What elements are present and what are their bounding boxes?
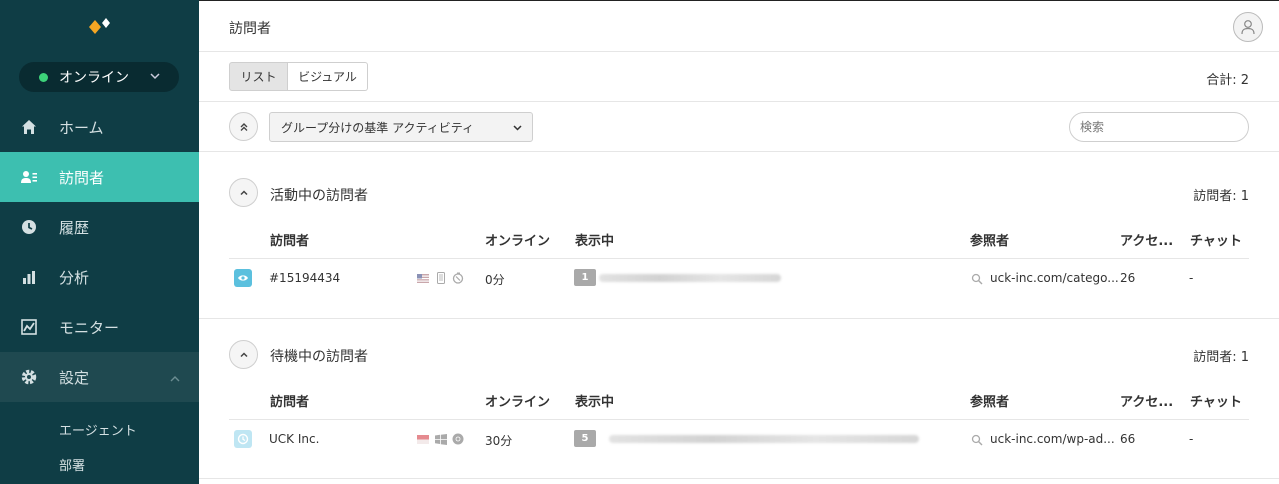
clock-icon bbox=[20, 218, 38, 236]
referrer-link[interactable]: uck-inc.com/catego... bbox=[990, 271, 1119, 285]
sidebar-item-visitors[interactable]: 訪問者 bbox=[0, 152, 199, 202]
filter-bar: グループ分けの基準 アクティビティ bbox=[199, 102, 1279, 152]
browser-icon bbox=[452, 272, 464, 284]
chevron-up-icon bbox=[169, 371, 181, 383]
online-status-label: オンライン bbox=[59, 70, 129, 86]
column-header-viewing[interactable]: 表示中 bbox=[575, 230, 614, 249]
visitor-name[interactable]: UCK Inc. bbox=[269, 432, 319, 446]
main-content: 訪問者 リスト ビジュアル 合計: 2 グループ分けの基準 アクティビティ 活動… bbox=[199, 0, 1279, 484]
visitors-icon bbox=[20, 168, 38, 186]
mobile-device-icon bbox=[435, 272, 447, 284]
page-count-badge: 1 bbox=[574, 269, 596, 286]
header-bar: 訪問者 bbox=[199, 0, 1279, 52]
column-header-chat[interactable]: チャット bbox=[1190, 391, 1242, 410]
sidebar-item-label: 履歴 bbox=[59, 218, 90, 237]
viewing-page-title-redacted bbox=[609, 435, 919, 443]
bar-chart-icon bbox=[20, 268, 38, 286]
column-header-access[interactable]: アクセ... bbox=[1120, 230, 1173, 249]
windows-icon bbox=[435, 433, 447, 445]
column-header-visitor[interactable]: 訪問者 bbox=[270, 391, 309, 410]
viewing-page-title-redacted bbox=[599, 274, 781, 282]
row-divider bbox=[229, 419, 1249, 420]
visitor-name[interactable]: #15194434 bbox=[269, 271, 340, 285]
access-count: 66 bbox=[1120, 432, 1136, 446]
chevron-down-icon bbox=[512, 122, 523, 133]
sidebar: オンライン ホーム 訪問者 履歴 分析 モニター 設定 エージェント 部署 bbox=[0, 0, 199, 484]
sidebar-item-label: 設定 bbox=[59, 368, 90, 387]
home-icon bbox=[20, 118, 38, 136]
user-avatar[interactable] bbox=[1233, 12, 1263, 42]
sg-flag-icon bbox=[417, 433, 429, 445]
column-header-access[interactable]: アクセ... bbox=[1120, 391, 1173, 410]
sidebar-item-analytics[interactable]: 分析 bbox=[0, 252, 199, 302]
chat-status: - bbox=[1189, 432, 1194, 446]
view-toggle: リスト ビジュアル bbox=[229, 62, 368, 91]
online-duration: 30分 bbox=[485, 434, 513, 448]
column-header-referrer[interactable]: 参照者 bbox=[970, 230, 1009, 249]
online-status-dropdown[interactable]: オンライン bbox=[19, 62, 179, 92]
section-title: 待機中の訪問者 bbox=[270, 349, 368, 365]
tab-visual[interactable]: ビジュアル bbox=[288, 62, 368, 91]
chrome-icon bbox=[452, 433, 464, 445]
section-divider bbox=[199, 478, 1279, 479]
gear-icon bbox=[20, 368, 38, 386]
section-waiting-visitors: 待機中の訪問者 訪問者: 1 訪問者 オンライン 表示中 参照者 アクセ... … bbox=[199, 318, 1279, 484]
sidebar-item-label: 分析 bbox=[59, 268, 90, 287]
access-count: 26 bbox=[1120, 271, 1136, 285]
section-title: 活動中の訪問者 bbox=[270, 188, 368, 204]
us-flag-icon bbox=[417, 272, 429, 284]
sidebar-item-history[interactable]: 履歴 bbox=[0, 202, 199, 252]
chat-status: - bbox=[1189, 271, 1194, 285]
sidebar-item-label: 訪問者 bbox=[59, 168, 105, 187]
row-divider bbox=[229, 258, 1249, 259]
section-count: 訪問者: 1 bbox=[1193, 189, 1249, 204]
column-header-referrer[interactable]: 参照者 bbox=[970, 391, 1009, 410]
eye-icon bbox=[234, 269, 252, 287]
column-header-online[interactable]: オンライン bbox=[485, 230, 550, 249]
double-chevron-up-icon bbox=[240, 122, 247, 131]
online-status-dot bbox=[39, 72, 48, 82]
monitor-chart-icon bbox=[20, 318, 38, 336]
search-icon bbox=[971, 273, 983, 285]
sidebar-item-settings[interactable]: 設定 bbox=[0, 352, 199, 402]
referrer-link[interactable]: uck-inc.com/wp-ad... bbox=[990, 432, 1115, 446]
total-count: 合計: 2 bbox=[1206, 73, 1249, 88]
column-header-viewing[interactable]: 表示中 bbox=[575, 391, 614, 410]
sidebar-item-label: ホーム bbox=[59, 118, 104, 137]
section-collapse-button[interactable] bbox=[229, 178, 258, 207]
section-collapse-button[interactable] bbox=[229, 340, 258, 369]
view-toolbar: リスト ビジュアル 合計: 2 bbox=[199, 52, 1279, 102]
idle-clock-icon bbox=[234, 430, 252, 448]
sidebar-subitem-agents[interactable]: エージェント bbox=[59, 420, 137, 439]
sidebar-item-home[interactable]: ホーム bbox=[0, 102, 199, 152]
page-title: 訪問者 bbox=[229, 21, 271, 37]
user-icon bbox=[1241, 20, 1255, 35]
app-logo[interactable] bbox=[86, 15, 114, 39]
chevron-up-icon bbox=[239, 189, 248, 195]
chevron-down-icon bbox=[149, 70, 161, 82]
search-input[interactable] bbox=[1069, 112, 1249, 142]
online-duration: 0分 bbox=[485, 273, 505, 287]
column-header-chat[interactable]: チャット bbox=[1190, 230, 1242, 249]
group-by-value: グループ分けの基準 アクティビティ bbox=[281, 120, 475, 135]
column-header-online[interactable]: オンライン bbox=[485, 391, 550, 410]
sidebar-item-monitor[interactable]: モニター bbox=[0, 302, 199, 352]
collapse-all-button[interactable] bbox=[229, 112, 258, 141]
page-count-badge: 5 bbox=[574, 430, 596, 447]
sidebar-subitem-departments[interactable]: 部署 bbox=[59, 455, 85, 474]
section-active-visitors: 活動中の訪問者 訪問者: 1 訪問者 オンライン 表示中 参照者 アクセ... … bbox=[199, 152, 1279, 318]
tab-list[interactable]: リスト bbox=[229, 62, 288, 91]
search-icon bbox=[971, 434, 983, 446]
section-count: 訪問者: 1 bbox=[1193, 350, 1249, 365]
chevron-up-icon bbox=[239, 351, 248, 357]
column-header-visitor[interactable]: 訪問者 bbox=[270, 230, 309, 249]
sidebar-item-label: モニター bbox=[59, 318, 120, 337]
group-by-select[interactable]: グループ分けの基準 アクティビティ bbox=[269, 112, 533, 142]
